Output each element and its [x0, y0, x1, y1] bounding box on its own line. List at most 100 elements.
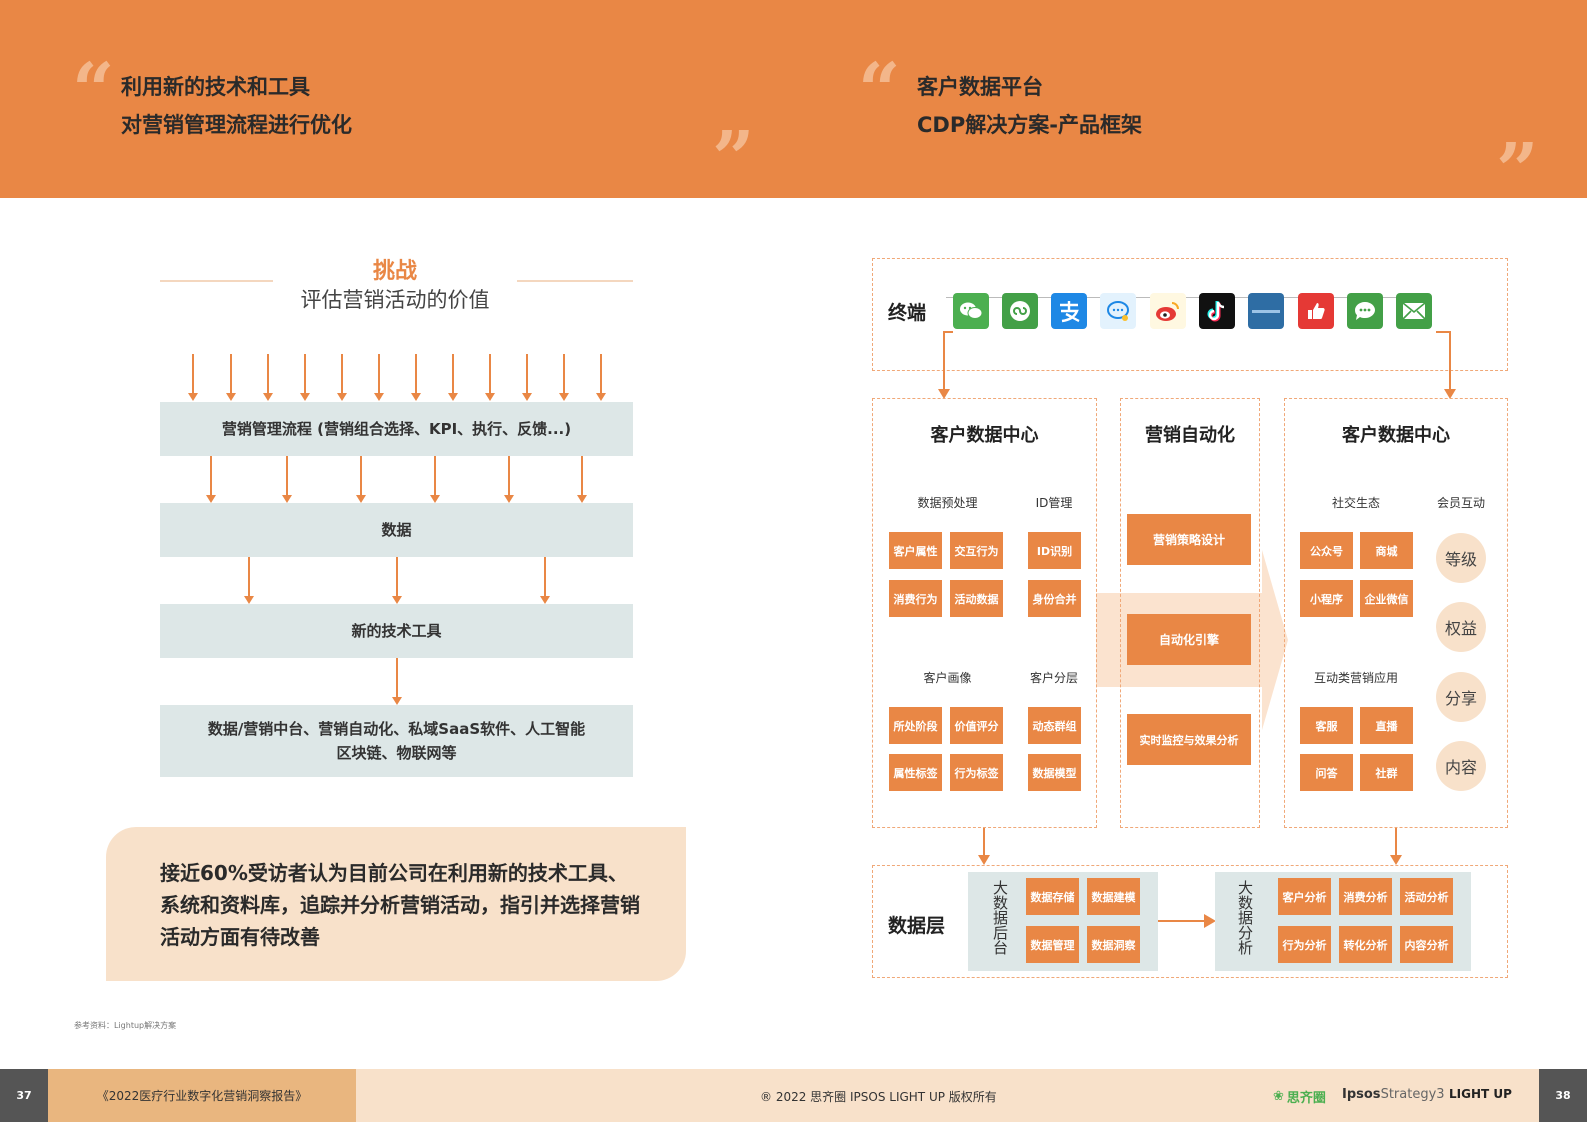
- tag-interaction-behavior: 交互行为: [950, 532, 1003, 569]
- group-id-management-label: ID管理: [1035, 496, 1073, 510]
- wechat-icon: [953, 293, 989, 329]
- close-quote-left: ”: [712, 116, 755, 202]
- tag-activity-data: 活动数据: [950, 580, 1003, 617]
- tag-stage: 所处阶段: [889, 707, 942, 744]
- flow-arrow: [559, 354, 569, 401]
- connector-arrowhead: [978, 855, 990, 865]
- page-number-right: 38: [1539, 1069, 1587, 1122]
- flow-arrow: [485, 354, 495, 401]
- flow-arrow: [356, 456, 366, 503]
- flow-arrow: [448, 354, 458, 401]
- mail-icon: [1396, 293, 1432, 329]
- technologies-line2: 区块链、物联网等: [336, 744, 457, 762]
- tag-conversion-analysis: 转化分析: [1339, 926, 1392, 963]
- group-customer-tiering-label: 客户分层: [1029, 671, 1078, 685]
- tag-qa: 问答: [1300, 754, 1353, 791]
- realtime-monitoring-block: 实时监控与效果分析: [1127, 714, 1251, 765]
- process-box-marketing-management: 营销管理流程 (营销组合选择、KPI、执行、反馈...): [160, 402, 633, 456]
- close-quote-right: ”: [1496, 128, 1539, 214]
- flow-arrow: [411, 354, 421, 401]
- challenge-subtitle: 评估营销活动的价值: [300, 288, 490, 312]
- flow-arrow: [244, 557, 254, 604]
- open-quote-right: “: [858, 48, 901, 134]
- marketing-automation-title: 营销自动化: [1145, 425, 1235, 446]
- tag-data-model: 数据模型: [1028, 754, 1081, 791]
- customer-data-center-title: 客户数据中心: [930, 425, 1039, 446]
- circle-benefits: 权益: [1436, 602, 1486, 652]
- tag-wecom: 企业微信: [1360, 580, 1413, 617]
- tag-community: 社群: [1360, 754, 1413, 791]
- ipsos-strategy3-logo: IpsosStrategy3: [1342, 1087, 1445, 1102]
- tag-mini-program: 小程序: [1300, 580, 1353, 617]
- alipay-icon: [1051, 293, 1087, 329]
- tag-identity-merge: 身份合并: [1028, 580, 1081, 617]
- reference-note: 参考资料：Lightup解决方案: [74, 1021, 177, 1030]
- group-preprocessing-label: 数据预处理: [917, 496, 978, 510]
- connector-line: [1449, 331, 1451, 390]
- circle-level: 等级: [1436, 533, 1486, 583]
- tag-data-storage: 数据存储: [1026, 878, 1079, 915]
- tag-customer-attributes: 客户属性: [889, 532, 942, 569]
- tag-data-modeling: 数据建模: [1087, 878, 1140, 915]
- process-box-data: 数据: [160, 503, 633, 557]
- ipsos-logo-light: Strategy3: [1380, 1087, 1445, 1102]
- flow-arrow: [392, 658, 402, 705]
- tag-data-management: 数据管理: [1026, 926, 1079, 963]
- flow-arrow: [392, 557, 402, 604]
- flow-arrow: [522, 354, 532, 401]
- tag-mall: 商城: [1360, 532, 1413, 569]
- leaf-icon: ❀: [1273, 1089, 1284, 1104]
- weibo-icon: [1150, 293, 1186, 329]
- flow-arrow: [540, 557, 550, 604]
- siqiquan-logo: ❀ 思齐圈: [1273, 1087, 1326, 1106]
- tag-dynamic-groups: 动态群组: [1028, 707, 1081, 744]
- mini-program-icon: [1002, 293, 1038, 329]
- tag-behavior-labels: 行为标签: [950, 754, 1003, 791]
- lightup-logo: LIGHT UP: [1449, 1087, 1512, 1101]
- flow-arrow: [226, 354, 236, 401]
- web-banner-icon: [1248, 293, 1284, 329]
- tag-behavior-analysis: 行为分析: [1278, 926, 1331, 963]
- strategy-design-block: 营销策略设计: [1127, 514, 1251, 565]
- tag-livestream: 直播: [1360, 707, 1413, 744]
- tag-consumption-analysis: 消费分析: [1339, 878, 1392, 915]
- right-page-title-line2: CDP解决方案-产品框架: [917, 113, 1142, 137]
- big-data-analysis-label: 大数据分析: [1236, 880, 1254, 955]
- chat-bubble-icon: [1100, 293, 1136, 329]
- process-box-technologies: 数据/营销中台、营销自动化、私域SaaS软件、人工智能 区块链、物联网等: [160, 705, 633, 777]
- tag-consumption-behavior: 消费行为: [889, 580, 942, 617]
- siqiquan-logo-text: 思齐圈: [1286, 1091, 1326, 1106]
- ipsos-logo-bold: Ipsos: [1342, 1087, 1381, 1102]
- thumbs-up-icon: [1298, 293, 1334, 329]
- tag-value-score: 价值评分: [950, 707, 1003, 744]
- tag-customer-service: 客服: [1300, 707, 1353, 744]
- tag-id-recognition: ID识别: [1028, 532, 1081, 569]
- copyright-text: ® 2022 思齐圈 IPSOS LIGHT UP 版权所有: [760, 1090, 997, 1104]
- flow-arrow: [300, 354, 310, 401]
- flow-arrow: [596, 354, 606, 401]
- tag-content-analysis: 内容分析: [1400, 926, 1453, 963]
- automation-engine-block: 自动化引擎: [1127, 614, 1251, 665]
- group-member-interaction-label: 会员互动: [1436, 496, 1485, 510]
- flow-arrow: [263, 354, 273, 401]
- process-box-new-tools: 新的技术工具: [160, 604, 633, 658]
- right-page-title-line1: 客户数据平台: [917, 75, 1043, 99]
- connector-line: [1436, 331, 1450, 333]
- divider-left: [160, 280, 273, 282]
- flow-arrow: [337, 354, 347, 401]
- divider-right: [517, 280, 633, 282]
- connector-line: [1395, 828, 1397, 856]
- left-page-title-line2: 对营销管理流程进行优化: [121, 113, 352, 137]
- flow-arrow: [188, 354, 198, 401]
- connector-line: [943, 331, 953, 333]
- book-title: 《2022医疗行业数字化营销洞察报告》: [48, 1069, 356, 1122]
- open-quote-left: “: [72, 48, 115, 134]
- flow-arrow: [430, 456, 440, 503]
- flow-arrow: [504, 456, 514, 503]
- message-icon: [1347, 293, 1383, 329]
- challenge-heading: 挑战: [372, 259, 417, 284]
- flow-arrow: [206, 456, 216, 503]
- tag-customer-analysis: 客户分析: [1278, 878, 1331, 915]
- group-customer-profile-label: 客户画像: [923, 671, 972, 685]
- left-page-title-line1: 利用新的技术和工具: [121, 75, 310, 99]
